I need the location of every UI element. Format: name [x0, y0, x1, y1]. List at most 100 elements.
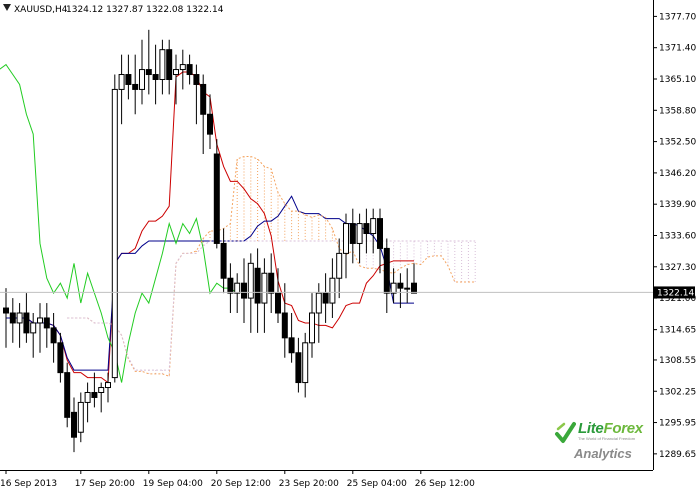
- chart-window: 1377.70 1371.40 1365.10 1358.80 1352.50 1346.…: [0, 0, 696, 493]
- x-tick-label: 25 Sep 04:00: [347, 479, 407, 489]
- bull-candle-body: [261, 272, 268, 304]
- bear-candle-body: [227, 277, 234, 294]
- bear-candle-body: [3, 307, 9, 314]
- candle: [71, 397, 77, 453]
- candle: [111, 74, 118, 383]
- candle: [247, 253, 254, 333]
- x-tick-label: 16 Sep 2013: [0, 479, 57, 489]
- candle: [16, 303, 23, 348]
- bull-candle-body: [30, 322, 37, 334]
- candle: [268, 253, 275, 314]
- bull-candle-body: [77, 401, 84, 433]
- candle: [166, 39, 173, 95]
- candle: [288, 313, 295, 363]
- y-tick-label: 1365.10: [659, 75, 696, 85]
- bear-candle-body: [268, 272, 275, 294]
- logo-product: Analytics: [574, 446, 632, 461]
- logo-brand: LiteForex: [578, 420, 643, 437]
- bull-candle-body: [16, 312, 23, 324]
- candle: [281, 283, 288, 358]
- logo-tagline: The World of Financial Freedom: [578, 436, 636, 441]
- bear-candle-body: [166, 49, 173, 80]
- candle: [84, 382, 91, 423]
- candle: [139, 39, 145, 105]
- y-tick-label: 1314.65: [659, 326, 696, 336]
- candle: [98, 382, 105, 413]
- bear-candle-body: [152, 74, 159, 80]
- bull-candle-body: [329, 277, 336, 304]
- candle: [254, 248, 261, 333]
- x-tick-label: 20 Sep 12:00: [211, 479, 271, 489]
- candle: [295, 337, 302, 393]
- bull-candle-body: [315, 292, 322, 314]
- bull-candle-body: [179, 64, 186, 71]
- y-tick-label: 1327.30: [659, 263, 696, 273]
- candle: [383, 238, 390, 314]
- candle: [9, 298, 16, 343]
- bear-candle-body: [275, 292, 281, 314]
- bear-candle-body: [43, 317, 50, 329]
- bull-candle-body: [173, 69, 179, 76]
- candle: [118, 54, 125, 125]
- bear-candle-body: [220, 242, 227, 279]
- bear-candle-body: [50, 327, 57, 344]
- candle: [132, 54, 139, 115]
- bull-candle-body: [159, 49, 166, 80]
- bear-candle-body: [9, 312, 16, 324]
- bear-candle-body: [213, 153, 220, 244]
- candle: [64, 362, 71, 428]
- bull-candle-body: [234, 282, 241, 294]
- candle: [213, 139, 220, 249]
- bear-candle-body: [288, 337, 295, 354]
- bear-candle-body: [200, 83, 207, 115]
- bear-candle-body: [383, 247, 390, 294]
- bear-candle-body: [322, 292, 329, 304]
- candle: [241, 258, 247, 323]
- candle: [302, 332, 309, 398]
- x-tick-label: 19 Sep 04:00: [143, 479, 203, 489]
- x-tick-label: 26 Sep 12:00: [415, 479, 475, 489]
- candle: [227, 263, 234, 314]
- bull-candle-body: [302, 342, 309, 384]
- bull-candle-body: [309, 312, 315, 344]
- candle: [356, 213, 363, 264]
- bear-candle-body: [295, 352, 302, 384]
- candle: [173, 54, 179, 105]
- logo-brand-lite: Lite: [578, 420, 604, 437]
- y-tick-label: 1333.60: [659, 231, 696, 241]
- candle: [275, 268, 281, 323]
- liteforex-logo: LiteForex The World of Financial Freedom…: [548, 414, 649, 466]
- y-tick-label: 1346.20: [659, 169, 696, 179]
- bull-candle-body: [404, 287, 411, 290]
- candle: [186, 54, 193, 85]
- bear-candle-body: [125, 74, 132, 85]
- bear-candle-body: [132, 83, 139, 90]
- candle: [105, 372, 111, 403]
- bear-candle-body: [23, 312, 30, 334]
- bear-candle-body: [91, 391, 98, 398]
- candle: [23, 293, 30, 343]
- current-price-label: 1322.14: [657, 288, 694, 298]
- candle: [193, 64, 200, 125]
- symbol-label: XAUUSD,H4: [14, 5, 68, 15]
- candle: [145, 29, 152, 95]
- candle: [377, 208, 383, 274]
- y-tick-label: 1352.50: [659, 138, 696, 148]
- dropdown-icon[interactable]: [3, 4, 11, 11]
- candle: [234, 273, 241, 314]
- candle: [43, 303, 50, 348]
- bear-candle-body: [241, 282, 247, 299]
- candle: [179, 49, 186, 90]
- candle: [200, 74, 207, 155]
- candle: [404, 268, 411, 304]
- candle: [343, 213, 349, 279]
- bear-candle-body: [363, 223, 370, 235]
- candle: [329, 258, 336, 318]
- bull-candle-body: [390, 282, 397, 294]
- bull-candle-body: [356, 223, 363, 244]
- y-tick-label: 1308.55: [659, 356, 696, 366]
- candle: [322, 273, 329, 323]
- candle: [37, 303, 43, 353]
- candle: [411, 263, 417, 294]
- candle: [309, 293, 315, 358]
